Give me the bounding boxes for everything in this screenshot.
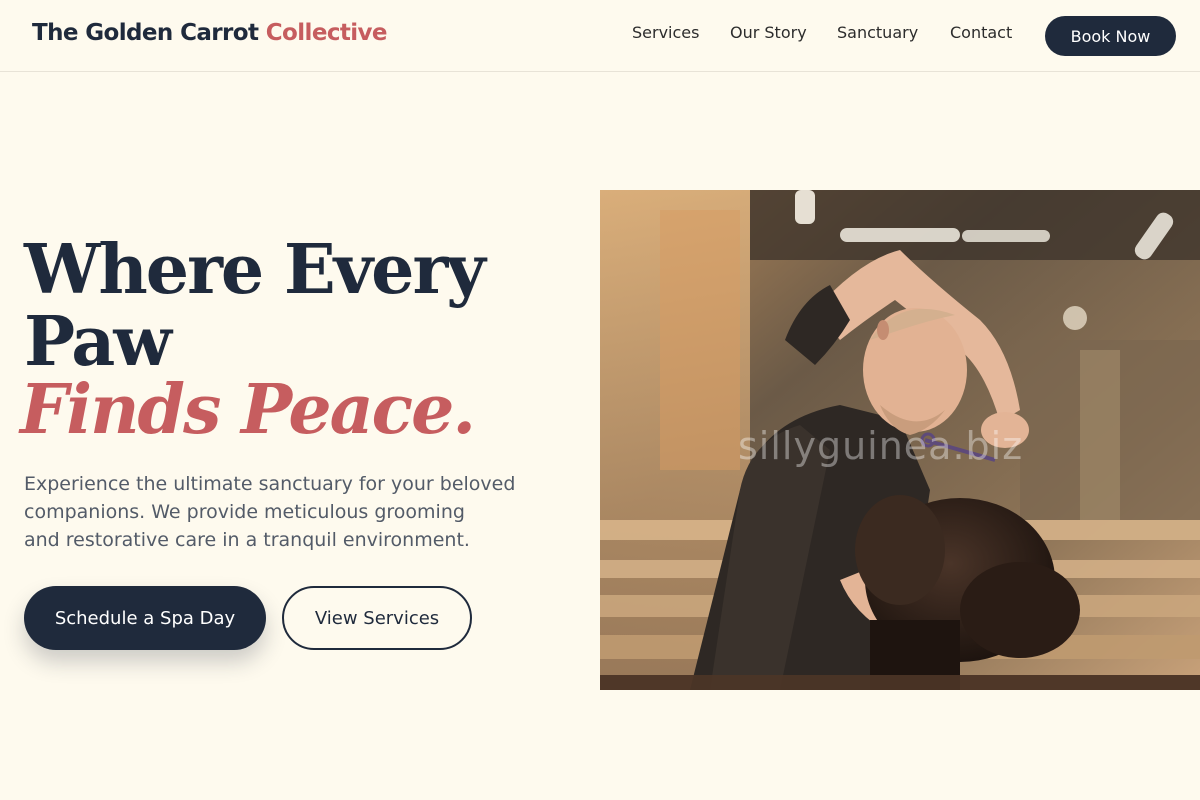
brand-name: The Golden Carrot — [32, 20, 266, 46]
view-services-button[interactable]: View Services — [282, 586, 472, 650]
brand-name-accent: Collective — [265, 20, 388, 46]
brand-logo[interactable]: The Golden Carrot Collective — [32, 20, 388, 46]
book-now-button[interactable]: Book Now — [1045, 16, 1176, 56]
hero-title-line-3: Finds Peace. — [20, 370, 476, 450]
nav-our-story[interactable]: Our Story — [730, 23, 807, 42]
schedule-spa-day-button[interactable]: Schedule a Spa Day — [24, 586, 266, 650]
hero-title-line-2: Paw — [24, 302, 172, 382]
hero-description-line-2: companions. We provide meticulous groomi… — [24, 501, 465, 523]
nav-services[interactable]: Services — [632, 23, 699, 42]
site-header: The Golden Carrot Collective Services Ou… — [0, 0, 1200, 72]
hero-description-line-1: Experience the ultimate sanctuary for yo… — [24, 473, 516, 495]
nav-contact[interactable]: Contact — [950, 23, 1012, 42]
hero-title-line-1: Where Every — [24, 230, 486, 310]
hero-description-line-3: and restorative care in a tranquil envir… — [24, 529, 470, 551]
nav-sanctuary[interactable]: Sanctuary — [837, 23, 918, 42]
image-watermark: sillyguinea.biz — [738, 424, 1024, 468]
